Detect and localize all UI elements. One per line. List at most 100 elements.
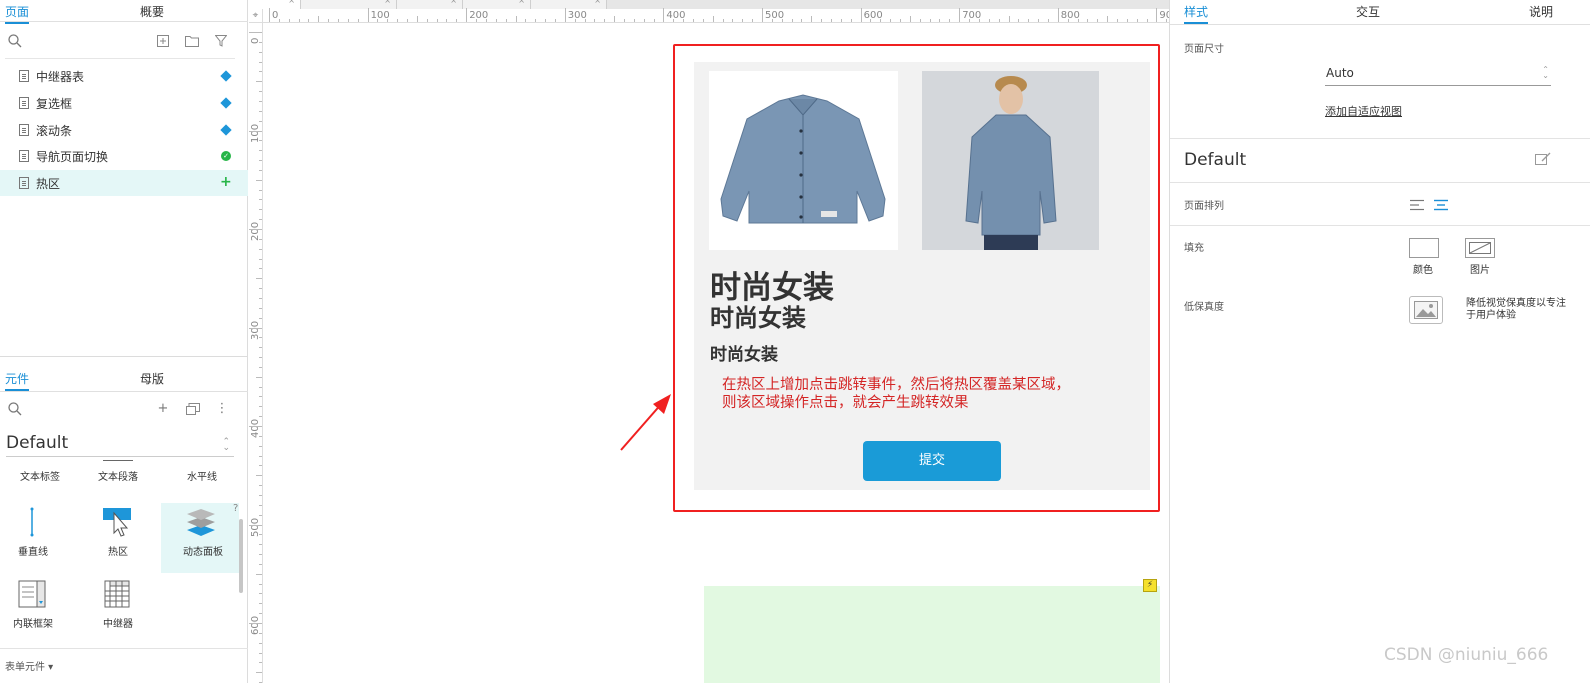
help-icon[interactable]: ? [233, 503, 238, 514]
low-fidelity-toggle[interactable] [1409, 296, 1443, 324]
ruler-tick [485, 19, 487, 22]
ruler-tick [673, 19, 675, 22]
ruler-tick [407, 19, 409, 22]
tab-widgets[interactable]: 元件 [5, 370, 30, 391]
ruler-tick [259, 652, 262, 654]
pages-toolbar [0, 24, 248, 60]
ruler-tick [426, 19, 428, 22]
ruler-tick [860, 8, 862, 22]
tab-outline[interactable]: 概要 [140, 3, 164, 20]
plus-badge-icon: + [220, 174, 232, 190]
ruler-tick [584, 19, 586, 22]
ruler-tick [256, 475, 262, 477]
align-center-icon[interactable] [1434, 199, 1448, 211]
add-page-icon[interactable] [157, 35, 169, 47]
page-item-scrollbar[interactable]: 滚动条 [0, 117, 248, 143]
repeater-grid-icon [104, 580, 130, 608]
widget-text-label[interactable]: 文本标签 [0, 458, 80, 488]
ruler-tick [259, 347, 262, 349]
widget-label: 内联框架 [13, 619, 53, 630]
ruler-tick [259, 554, 262, 556]
ruler-tick [249, 524, 262, 526]
page-label: 复选框 [36, 97, 73, 111]
ruler-tick [249, 130, 262, 132]
ruler-tick [338, 19, 340, 22]
tab-notes[interactable]: 说明 [1529, 3, 1553, 20]
doc-tab[interactable]: × [397, 0, 463, 9]
ruler-tick [259, 51, 262, 53]
doc-tab[interactable]: × [301, 0, 397, 9]
doc-tab[interactable]: × [531, 0, 607, 9]
fill-image-swatch[interactable] [1465, 238, 1495, 258]
tab-interaction[interactable]: 交互 [1356, 3, 1380, 20]
lightning-icon[interactable]: ⚡ [1143, 579, 1157, 592]
widget-text-paragraph[interactable]: 文本段落 [78, 458, 158, 488]
widget-hotspot[interactable]: 热区 [78, 503, 158, 573]
ruler-tick [495, 19, 497, 22]
ruler-tick [791, 19, 793, 22]
ruler-tick [781, 19, 783, 22]
search-icon[interactable] [8, 402, 22, 416]
tab-pages[interactable]: 页面 [5, 3, 30, 24]
search-icon[interactable] [8, 34, 22, 48]
widget-horizontal-line[interactable]: 水平线 [162, 458, 242, 488]
ruler-tick [259, 642, 262, 644]
doc-tab-active[interactable]: × [249, 0, 301, 9]
close-icon: × [384, 0, 391, 5]
add-adaptive-view-link[interactable]: 添加自适应视图 [1325, 103, 1402, 119]
doc-tab[interactable]: × [463, 0, 531, 9]
form-widgets-section[interactable]: 表单元件 ▾ [5, 658, 53, 673]
panel-divider [0, 356, 248, 357]
tab-masters[interactable]: 母版 [140, 370, 164, 387]
ruler-tick [259, 248, 262, 250]
paragraph-icon [103, 460, 133, 461]
ruler-tick [259, 219, 262, 221]
ruler-tick [929, 19, 931, 22]
ruler-tick [259, 268, 262, 270]
fill-color-label: 颜色 [1413, 265, 1433, 276]
page-size-select[interactable]: Auto ⌃ ⌄ [1325, 64, 1551, 86]
ruler-tick [259, 514, 262, 516]
scrollbar-thumb[interactable] [239, 519, 243, 593]
ruler-origin-icon[interactable]: ⌖ [249, 9, 263, 23]
document-tabs: × × × × × [249, 0, 1169, 9]
page-label: 滚动条 [36, 124, 73, 138]
ruler-tick [347, 19, 349, 22]
fill-color-swatch[interactable] [1409, 238, 1439, 258]
library-manage-icon[interactable] [186, 403, 200, 415]
library-select[interactable]: Default ⌃ ⌄ [6, 433, 234, 457]
ruler-tick [259, 71, 262, 73]
align-left-icon[interactable] [1410, 199, 1424, 211]
widget-label: 垂直线 [18, 547, 48, 558]
canvas-area[interactable]: × × × × × ⌖ 0 100 200 300 400 500 600 700 800 90 … [249, 0, 1169, 683]
edit-style-icon[interactable] [1535, 152, 1551, 166]
ruler-tick [256, 376, 262, 378]
ruler-tick [259, 150, 262, 152]
ruler-tick [722, 19, 724, 22]
widget-repeater[interactable]: 中继器 [78, 577, 158, 647]
widget-vertical-line[interactable]: 垂直线 [0, 503, 80, 573]
page-item-repeater-table[interactable]: 中继器表 [0, 63, 248, 89]
add-library-icon[interactable]: + [156, 402, 170, 416]
tab-style[interactable]: 样式 [1184, 3, 1209, 24]
add-folder-icon[interactable] [185, 35, 199, 47]
widget-dynamic-panel[interactable]: 动态面板 ? [161, 503, 239, 573]
ruler-tick [505, 19, 507, 22]
more-options-icon[interactable]: ⋮ [215, 402, 229, 416]
arrow-annotation-icon [620, 394, 671, 451]
page-item-checkbox[interactable]: 复选框 [0, 90, 248, 116]
ruler-tick [308, 19, 310, 22]
filter-icon[interactable] [215, 35, 227, 47]
ruler-tick [1047, 19, 1049, 22]
ruler-tick [367, 8, 369, 22]
page-size-label: 页面尺寸 [1184, 44, 1224, 55]
ruler-tick [259, 593, 262, 595]
page-item-hotspot[interactable]: 热区 + [0, 170, 248, 196]
green-hotspot-area[interactable] [704, 586, 1160, 683]
ruler-tick [840, 19, 842, 22]
widget-inline-frame[interactable]: 内联框架 [0, 577, 80, 647]
ruler-tick [643, 19, 645, 22]
page-icon [19, 124, 29, 136]
ruler-tick [259, 61, 262, 63]
page-item-nav-switch[interactable]: 导航页面切换 ✓ [0, 143, 248, 169]
